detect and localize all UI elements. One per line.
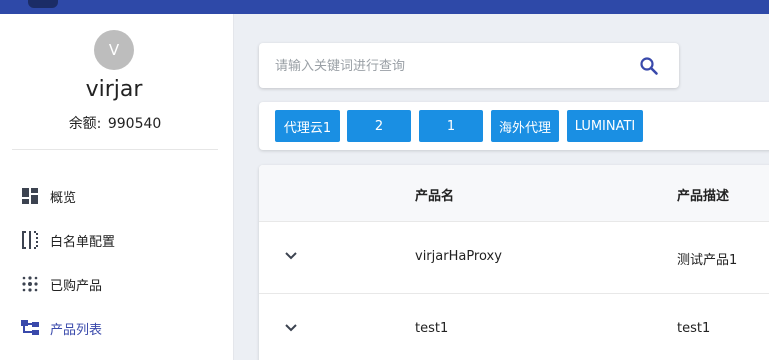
sidebar-item-overview[interactable]: 概览 bbox=[20, 184, 76, 208]
column-header-product-description[interactable]: 产品描述 bbox=[677, 185, 729, 204]
product-name-cell: virjarHaProxy bbox=[415, 249, 502, 264]
product-description-cell: 测试产品1 bbox=[677, 253, 738, 268]
category-chip[interactable]: 海外代理 bbox=[491, 110, 559, 142]
product-description-cell: test1 bbox=[677, 321, 711, 336]
table-header: 产品名 产品描述 bbox=[259, 165, 769, 222]
category-chip[interactable]: LUMINATI bbox=[567, 110, 643, 142]
product-table: 产品名 产品描述 virjarHaProxy 测试产品1 test1 test1 bbox=[259, 165, 769, 360]
dashboard-icon bbox=[20, 186, 40, 206]
expand-row-icon[interactable] bbox=[281, 318, 301, 338]
sidebar-item-label: 已购产品 bbox=[50, 278, 103, 294]
expand-row-icon[interactable] bbox=[281, 246, 301, 266]
category-chip[interactable]: 代理云1 bbox=[275, 110, 340, 142]
category-chip[interactable]: 1 bbox=[419, 110, 483, 142]
sidebar-item-purchased[interactable]: 已购产品 bbox=[20, 272, 102, 296]
sidebar: V virjar 余额: 990540 概览 白名单配置 已购产品 产品列表 bbox=[0, 14, 234, 360]
search-bar bbox=[259, 43, 679, 88]
balance-label: 余额: bbox=[68, 116, 102, 132]
table-row[interactable]: virjarHaProxy 测试产品1 bbox=[259, 222, 769, 294]
column-header-product-name[interactable]: 产品名 bbox=[415, 185, 454, 204]
sidebar-item-label: 白名单配置 bbox=[50, 234, 116, 250]
avatar-initial: V bbox=[108, 41, 120, 59]
avatar[interactable]: V bbox=[94, 30, 134, 70]
purchased-products-icon bbox=[20, 274, 40, 294]
sidebar-item-label: 产品列表 bbox=[50, 322, 103, 338]
category-chip[interactable]: 2 bbox=[347, 110, 411, 142]
top-app-bar bbox=[0, 0, 769, 14]
search-input[interactable] bbox=[275, 55, 615, 77]
whitelist-icon bbox=[20, 230, 40, 250]
search-icon[interactable] bbox=[639, 56, 659, 76]
username: virjar bbox=[85, 77, 143, 102]
table-row[interactable]: test1 test1 bbox=[259, 294, 769, 360]
sidebar-item-product-list[interactable]: 产品列表 bbox=[20, 316, 102, 340]
balance: 余额: 990540 bbox=[0, 113, 228, 133]
sidebar-divider bbox=[12, 149, 218, 150]
sidebar-item-label: 概览 bbox=[50, 190, 77, 206]
logo-icon[interactable] bbox=[28, 0, 58, 8]
balance-value: 990540 bbox=[107, 116, 162, 132]
sidebar-item-whitelist[interactable]: 白名单配置 bbox=[20, 228, 115, 252]
product-name-cell: test1 bbox=[415, 321, 449, 336]
product-list-icon bbox=[20, 318, 40, 338]
